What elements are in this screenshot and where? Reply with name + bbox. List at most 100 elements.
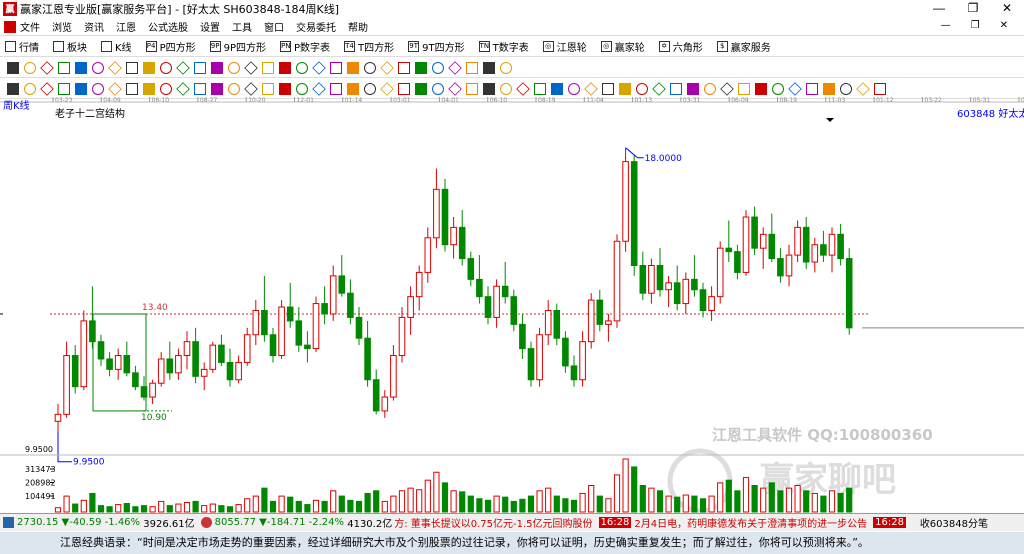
indicator-tool-icon[interactable] [855,81,870,96]
indicator-tool-icon[interactable] [329,82,342,95]
drawing-tool-icon[interactable] [363,61,376,74]
indicator-tool-icon[interactable] [719,81,734,96]
menu-browse[interactable]: 浏览 [52,19,72,34]
indicator-tool-icon[interactable] [447,81,462,96]
indicator-tool-icon[interactable] [754,82,767,95]
indicator-tool-icon[interactable] [703,82,716,95]
drawing-tool-icon[interactable] [57,61,70,74]
indicator-tool-icon[interactable] [839,82,852,95]
drawing-tool-icon[interactable] [311,60,326,75]
toolbar-item-9p-square[interactable]: 9P 9P四方形 [209,39,266,54]
drawing-tool-icon[interactable] [346,61,359,74]
indicator-tool-icon[interactable] [465,82,478,95]
indicator-tool-icon[interactable] [107,81,122,96]
news-ticker-1[interactable]: 方: 董事长提议以0.75亿元-1.5亿元回购股份 [394,515,592,530]
drawing-tool-icon[interactable] [397,61,410,74]
indicator-tool-icon[interactable] [193,82,206,95]
drawing-tool-icon[interactable] [414,61,427,74]
drawing-tool-icon[interactable] [107,60,122,75]
toolbar-item-t-square[interactable]: T4 T四方形 [344,39,394,54]
indicator-tool-icon[interactable] [669,82,682,95]
toolbar-item-p-square[interactable]: P4 P四方形 [145,39,196,54]
menu-formula[interactable]: 公式选股 [148,19,188,34]
indicator-tool-icon[interactable] [414,82,427,95]
drawing-tool-icon[interactable] [447,60,462,75]
drawing-tool-icon[interactable] [159,61,172,74]
menu-window[interactable]: 窗口 [264,19,284,34]
indicator-tool-icon[interactable] [159,82,172,95]
tick-detail-label[interactable]: 收603848分笔 [915,515,988,530]
toolbar-item-p-table[interactable]: PN P数字表 [280,39,330,54]
toolbar-item-dollar[interactable]: $ 赢家服务 [716,39,771,54]
indicator-tool-icon[interactable] [210,82,223,95]
menu-gann[interactable]: 江恩 [116,19,136,34]
toolbar-item-gann-wheel[interactable]: ◎ 江恩轮 [542,39,587,54]
toolbar-item-hexagon[interactable]: ✡ 六角形 [658,39,703,54]
indicator-tool-icon[interactable] [567,82,580,95]
toolbar-item-9t-square[interactable]: 9T 9T四方形 [408,39,465,54]
indicator-tool-icon[interactable] [873,82,886,95]
indicator-tool-icon[interactable] [278,82,291,95]
menu-info[interactable]: 资讯 [84,19,104,34]
menu-trade[interactable]: 交易委托 [296,19,336,34]
drawing-tool-icon[interactable] [243,60,258,75]
drawing-tool-icon[interactable] [142,61,155,74]
indicator-tool-icon[interactable] [737,82,750,95]
toolbar-item-candle[interactable]: K线 [101,39,132,54]
dropdown-arrow-icon[interactable] [826,118,834,122]
indicator-tool-icon[interactable] [6,82,19,95]
menu-file[interactable]: 文件 [20,19,40,34]
maximize-button[interactable]: ❐ [956,0,990,18]
indicator-tool-icon[interactable] [686,82,699,95]
indicator-tool-icon[interactable] [635,82,648,95]
drawing-tool-icon[interactable] [261,61,274,74]
indicator-tool-icon[interactable] [583,81,598,96]
drawing-tool-icon[interactable] [482,61,495,74]
indicator-tool-icon[interactable] [227,82,240,95]
toolbar-item-grid[interactable]: 板块 [53,39,87,54]
drawing-tool-icon[interactable] [465,61,478,74]
indicator-tool-icon[interactable] [23,82,36,95]
drawing-tool-icon[interactable] [329,61,342,74]
drawing-tool-icon[interactable] [210,61,223,74]
drawing-tool-icon[interactable] [379,60,394,75]
indicator-tool-icon[interactable] [363,82,376,95]
toolbar-item-winner-wheel[interactable]: ◎ 赢家轮 [600,39,645,54]
indicator-tool-icon[interactable] [175,81,190,96]
drawing-tool-icon[interactable] [6,61,19,74]
period-label[interactable]: 周K线 [3,99,30,112]
indicator-tool-icon[interactable] [601,82,614,95]
indicator-tool-icon[interactable] [346,82,359,95]
kline-chart[interactable]: 03-23 04-09 06-10 08-27 10-20 12-01 01-14 03-01… [0,97,1024,513]
drawing-tool-icon[interactable] [278,61,291,74]
mdi-minimize-button[interactable]: — [941,20,951,31]
indicator-tool-icon[interactable] [74,82,87,95]
indicator-tool-icon[interactable] [243,81,258,96]
menu-settings[interactable]: 设置 [200,19,220,34]
sz-index-value[interactable]: 8055.77 [215,517,256,528]
indicator-tool-icon[interactable] [771,82,784,95]
indicator-tool-icon[interactable] [805,82,818,95]
drawing-tool-icon[interactable] [431,61,444,74]
mdi-restore-button[interactable]: ❐ [971,20,980,31]
toolbar-item-t-table[interactable]: TN T数字表 [478,39,529,54]
indicator-tool-icon[interactable] [142,82,155,95]
indicator-tool-icon[interactable] [397,82,410,95]
indicator-tool-icon[interactable] [515,81,530,96]
drawing-tool-icon[interactable] [175,60,190,75]
menu-tools[interactable]: 工具 [232,19,252,34]
close-button[interactable]: ✕ [990,0,1024,18]
drawing-tool-icon[interactable] [295,61,308,74]
drawing-tool-icon[interactable] [91,61,104,74]
indicator-tool-icon[interactable] [533,82,546,95]
drawing-tool-icon[interactable] [74,61,87,74]
drawing-tool-icon[interactable] [125,61,138,74]
indicator-tool-icon[interactable] [618,82,631,95]
mdi-close-button[interactable]: ✕ [1000,20,1008,31]
indicator-tool-icon[interactable] [261,82,274,95]
indicator-tool-icon[interactable] [57,82,70,95]
indicator-tool-icon[interactable] [379,81,394,96]
indicator-tool-icon[interactable] [39,81,54,96]
indicator-tool-icon[interactable] [822,82,835,95]
indicator-tool-icon[interactable] [295,82,308,95]
